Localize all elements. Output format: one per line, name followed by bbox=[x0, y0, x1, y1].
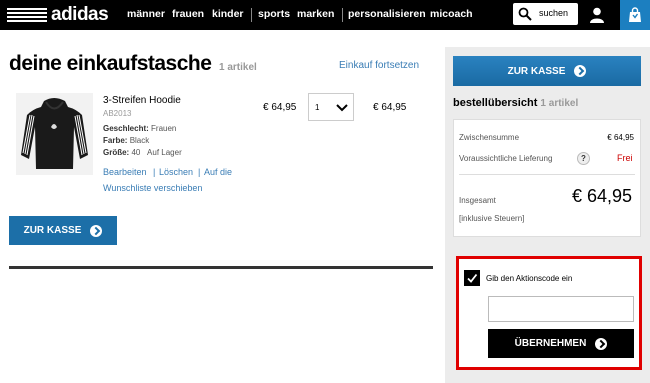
subtotal-label: Zwischensumme bbox=[459, 133, 520, 142]
link-separator: | bbox=[153, 167, 156, 177]
arrow-right-icon bbox=[595, 337, 608, 350]
nav-link-micoach[interactable]: micoach bbox=[430, 8, 473, 21]
checkout-button-right[interactable]: ZUR KASSE bbox=[453, 56, 641, 86]
delete-link[interactable]: Löschen bbox=[159, 167, 193, 177]
wishlist-link[interactable]: Auf die bbox=[204, 167, 232, 177]
nav-link-marken[interactable]: marken bbox=[297, 8, 334, 21]
logo-stripes-icon bbox=[7, 8, 47, 22]
checkout-button-label: ZUR KASSE bbox=[507, 65, 566, 77]
checkout-button-left[interactable]: ZUR KASSE bbox=[9, 216, 117, 245]
promo-label: Gib den Aktionscode ein bbox=[486, 274, 573, 283]
arrow-right-icon bbox=[90, 224, 103, 237]
section-divider bbox=[9, 266, 433, 269]
wishlist-link-line2[interactable]: Wunschliste verschieben bbox=[103, 183, 202, 193]
apply-promo-button[interactable]: ÜBERNEHMEN bbox=[488, 329, 634, 358]
summary-count: 1 artikel bbox=[540, 98, 579, 109]
search-button[interactable]: suchen bbox=[513, 3, 578, 25]
size-label: Größe: bbox=[103, 148, 130, 157]
size-value: 40 bbox=[131, 148, 141, 157]
checkmark-icon bbox=[467, 273, 478, 283]
product-name[interactable]: 3-Streifen Hoodie bbox=[103, 95, 181, 106]
nav-link-personalisieren[interactable]: personalisieren bbox=[348, 8, 426, 21]
nav-separator bbox=[251, 8, 252, 22]
chevron-down-icon bbox=[336, 104, 348, 112]
total-label: Insgesamt bbox=[459, 196, 496, 205]
shopping-bag-icon bbox=[629, 7, 641, 22]
quantity-value: 1 bbox=[315, 103, 320, 112]
promo-checkbox[interactable] bbox=[464, 270, 480, 286]
subtotal-value: € 64,95 bbox=[607, 133, 634, 142]
gender-label: Geschlecht: bbox=[103, 124, 149, 133]
nav-link-sports[interactable]: sports bbox=[258, 8, 290, 21]
nav-separator bbox=[342, 8, 343, 22]
search-label: suchen bbox=[539, 8, 569, 18]
shipping-label: Voraussichtliche Lieferung bbox=[459, 154, 553, 163]
nav-link-maenner[interactable]: männer bbox=[127, 8, 165, 21]
unit-price: € 64,95 bbox=[263, 102, 297, 113]
top-nav-bar: adidas männer frauen kinder sports marke… bbox=[0, 0, 650, 30]
product-gender: Geschlecht: Frauen bbox=[103, 124, 176, 133]
nav-link-frauen[interactable]: frauen bbox=[172, 8, 204, 21]
shipping-value: Frei bbox=[617, 153, 633, 163]
product-sku: AB2013 bbox=[103, 109, 132, 118]
shopping-bag-button[interactable] bbox=[620, 0, 650, 30]
help-icon[interactable]: ? bbox=[577, 152, 590, 165]
adidas-logo[interactable]: adidas bbox=[7, 4, 109, 25]
color-label: Farbe: bbox=[103, 136, 128, 145]
promo-code-input[interactable] bbox=[488, 296, 634, 322]
product-size: Größe: 40 Auf Lager bbox=[103, 148, 182, 157]
arrow-right-icon bbox=[574, 65, 587, 77]
quantity-select[interactable]: 1 bbox=[308, 93, 354, 121]
total-value: € 64,95 bbox=[572, 186, 633, 206]
tax-note: [inklusive Steuern] bbox=[459, 214, 525, 223]
hoodie-image bbox=[21, 98, 88, 169]
user-account-icon[interactable] bbox=[588, 6, 606, 24]
nav-link-kinder[interactable]: kinder bbox=[212, 8, 244, 21]
continue-shopping-link[interactable]: Einkauf fortsetzen bbox=[339, 60, 419, 71]
line-total-price: € 64,95 bbox=[373, 102, 407, 113]
logo-text: adidas bbox=[51, 4, 109, 25]
product-image[interactable] bbox=[16, 93, 93, 175]
link-separator: | bbox=[198, 167, 201, 177]
summary-title: bestellübersicht 1 artikel bbox=[453, 97, 578, 109]
search-icon bbox=[518, 7, 532, 21]
availability-status: Auf Lager bbox=[147, 148, 182, 157]
summary-divider bbox=[459, 174, 635, 175]
color-value: Black bbox=[129, 136, 150, 145]
gender-value: Frauen bbox=[151, 124, 177, 133]
cart-item-count: 1 artikel bbox=[219, 62, 257, 73]
checkout-button-label: ZUR KASSE bbox=[23, 225, 82, 236]
page-title: deine einkaufstasche bbox=[9, 52, 212, 75]
product-color: Farbe: Black bbox=[103, 136, 149, 145]
edit-link[interactable]: Bearbeiten bbox=[103, 167, 147, 177]
apply-button-label: ÜBERNEHMEN bbox=[514, 338, 587, 349]
summary-title-text: bestellübersicht bbox=[453, 97, 538, 109]
